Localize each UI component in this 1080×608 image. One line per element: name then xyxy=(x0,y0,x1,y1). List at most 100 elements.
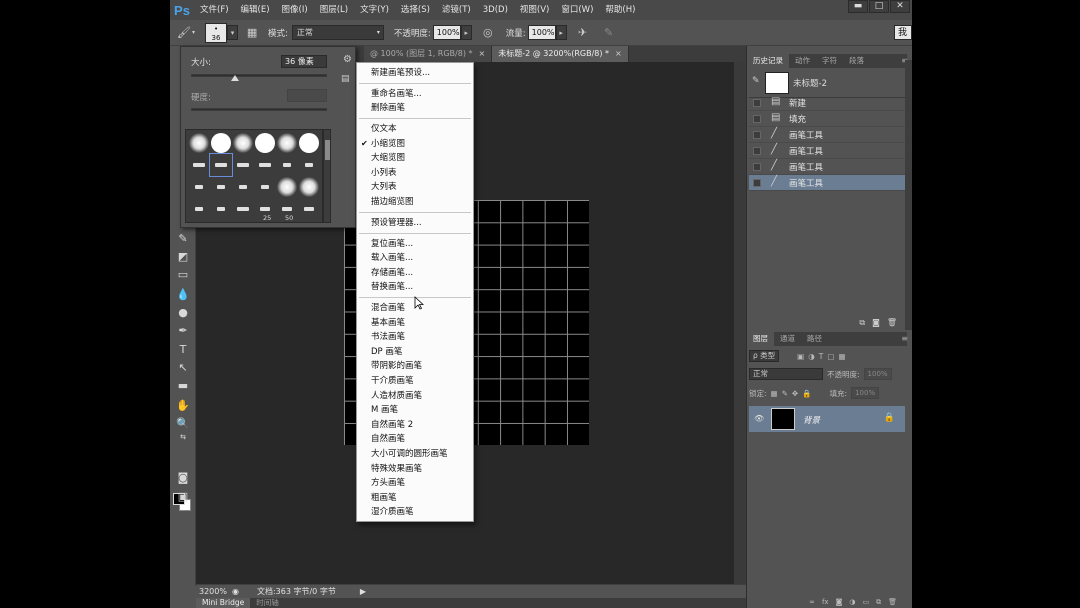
hardness-input[interactable] xyxy=(287,89,327,102)
dodge-tool-icon[interactable]: ● xyxy=(174,304,192,320)
menu-item[interactable]: 自然画笔 2 xyxy=(357,418,473,432)
menu-item[interactable]: 粗画笔 xyxy=(357,491,473,505)
menu-item[interactable]: 自然画笔 xyxy=(357,432,473,446)
menu-item[interactable]: 方头画笔 xyxy=(357,476,473,490)
menu-view[interactable]: 视图(V) xyxy=(514,0,555,20)
filter-pixel-icon[interactable]: ▣ xyxy=(797,352,804,361)
size-input[interactable]: 36 像素 xyxy=(281,55,327,68)
airbrush-button[interactable]: ✈ xyxy=(575,25,591,41)
brush-picker-caret-icon[interactable]: ▾ xyxy=(227,25,239,40)
brush-tool-preset[interactable]: 🖌 ▾ xyxy=(176,25,195,41)
quick-mask-icon[interactable]: ◙ xyxy=(174,469,192,485)
hand-tool-icon[interactable]: ✋ xyxy=(174,397,192,413)
filter-type-icon[interactable]: T xyxy=(819,352,824,361)
lock-position-icon[interactable]: ✥ xyxy=(792,389,798,398)
brush-preset-selected[interactable] xyxy=(209,153,233,177)
hardness-slider[interactable] xyxy=(191,108,327,111)
tab-timeline[interactable]: 时间轴 xyxy=(250,598,285,608)
menu-item[interactable]: DP 画笔 xyxy=(357,345,473,359)
layer-opacity-input[interactable]: 100% xyxy=(863,368,892,380)
new-preset-icon[interactable]: ▤ xyxy=(341,74,350,84)
flow-caret-icon[interactable]: ▸ xyxy=(555,25,567,40)
brush-panel-toggle[interactable]: ▦ xyxy=(244,25,260,41)
opacity-input[interactable]: 100% xyxy=(432,25,461,40)
menu-item[interactable]: M 画笔 xyxy=(357,403,473,417)
link-layers-icon[interactable]: ∞ xyxy=(809,598,815,608)
brush-preset[interactable] xyxy=(188,198,210,220)
brush-preset[interactable] xyxy=(298,154,320,176)
adjustment-layer-icon[interactable]: ◑ xyxy=(849,598,855,608)
history-scrollbar[interactable] xyxy=(905,60,912,330)
menu-item-checked[interactable]: 小缩览图 xyxy=(357,137,473,151)
history-brush-tool-icon[interactable]: ✎ xyxy=(174,230,192,246)
swap-colors-icon[interactable]: ⇆ xyxy=(174,432,192,442)
trash-icon[interactable]: 🗑 xyxy=(887,318,897,330)
brush-preset[interactable] xyxy=(254,176,276,198)
status-menu-arrow-icon[interactable]: ▶ xyxy=(360,587,366,596)
layer-style-icon[interactable]: fx xyxy=(822,598,829,608)
menu-item[interactable]: 基本画笔 xyxy=(357,316,473,330)
close-button[interactable]: ✕ xyxy=(890,0,910,13)
menu-item[interactable]: 干介质画笔 xyxy=(357,374,473,388)
history-item[interactable]: ▤ 填充 xyxy=(749,111,905,127)
opacity-caret-icon[interactable]: ▸ xyxy=(460,25,472,40)
menu-select[interactable]: 选择(S) xyxy=(395,0,436,20)
menu-window[interactable]: 窗口(W) xyxy=(555,0,599,20)
new-group-icon[interactable]: ▭ xyxy=(862,598,869,608)
menu-item[interactable]: 存储画笔... xyxy=(357,266,473,280)
tab-layers[interactable]: 图层 xyxy=(747,332,774,346)
new-layer-icon[interactable]: ⧉ xyxy=(876,598,881,608)
brush-preset[interactable] xyxy=(210,176,232,198)
brush-preset[interactable] xyxy=(276,176,298,198)
history-snapshot[interactable]: ✎ 未标题-2 xyxy=(749,68,905,98)
brush-preset[interactable] xyxy=(232,198,254,220)
gradient-tool-icon[interactable]: ▭ xyxy=(174,266,192,282)
menu-item[interactable]: 替换画笔... xyxy=(357,280,473,294)
brush-grid-scrollbar[interactable] xyxy=(323,129,331,223)
eraser-tool-icon[interactable]: ◩ xyxy=(174,248,192,264)
maximize-button[interactable]: □ xyxy=(869,0,889,13)
menu-item[interactable]: 大缩览图 xyxy=(357,151,473,165)
menu-item[interactable]: 载入画笔... xyxy=(357,251,473,265)
gear-icon[interactable]: ⚙ xyxy=(343,54,352,65)
brush-preset[interactable] xyxy=(276,154,298,176)
brush-preset[interactable] xyxy=(210,132,232,154)
tab-history[interactable]: 历史记录 xyxy=(747,54,789,68)
mode-select[interactable]: 正常 ▾ xyxy=(291,25,384,40)
menu-item[interactable]: 新建画笔预设... xyxy=(357,66,473,80)
history-item[interactable]: ╱ 画笔工具 xyxy=(749,127,905,143)
doc-tab-close-icon[interactable]: × xyxy=(615,49,622,58)
minimize-button[interactable]: ▬ xyxy=(848,0,868,13)
menu-edit[interactable]: 编辑(E) xyxy=(235,0,276,20)
visibility-eye-icon[interactable]: 👁 xyxy=(754,414,764,423)
filter-shape-icon[interactable]: ▢ xyxy=(827,352,834,361)
menu-item[interactable]: 预设管理器... xyxy=(357,216,473,230)
brush-preset[interactable] xyxy=(232,154,254,176)
history-item[interactable]: ▤ 新建 xyxy=(749,95,905,111)
menu-3d[interactable]: 3D(D) xyxy=(477,0,514,20)
history-checkbox[interactable] xyxy=(753,147,761,155)
layer-row-background[interactable]: 👁 背景 🔒 xyxy=(749,406,905,432)
menu-layer[interactable]: 图层(L) xyxy=(314,0,354,20)
history-brush-source-icon[interactable]: ✎ xyxy=(752,76,760,86)
menu-filter[interactable]: 滤镜(T) xyxy=(436,0,477,20)
history-checkbox[interactable] xyxy=(753,131,761,139)
menu-item[interactable]: 特殊效果画笔 xyxy=(357,462,473,476)
menu-item[interactable]: 人造材质画笔 xyxy=(357,389,473,403)
menu-item[interactable]: 大列表 xyxy=(357,180,473,194)
menu-item[interactable]: 湿介质画笔 xyxy=(357,505,473,519)
pressure-size-button[interactable]: ✎ xyxy=(601,25,617,41)
menu-item[interactable]: 仅文本 xyxy=(357,122,473,136)
filter-adjustment-icon[interactable]: ◑ xyxy=(808,352,815,361)
brush-preset[interactable] xyxy=(254,154,276,176)
brush-preset[interactable] xyxy=(298,132,320,154)
history-item[interactable]: ╱ 画笔工具 xyxy=(749,159,905,175)
brush-preset[interactable] xyxy=(188,132,210,154)
zoom-level[interactable]: 3200% xyxy=(196,587,232,596)
size-slider[interactable] xyxy=(191,74,327,77)
brush-size-picker[interactable]: • 36 ▾ xyxy=(205,22,239,43)
brush-preset[interactable] xyxy=(276,132,298,154)
brush-preset[interactable] xyxy=(188,154,210,176)
menu-type[interactable]: 文字(Y) xyxy=(354,0,395,20)
lock-transparent-icon[interactable]: ▦ xyxy=(771,389,778,398)
